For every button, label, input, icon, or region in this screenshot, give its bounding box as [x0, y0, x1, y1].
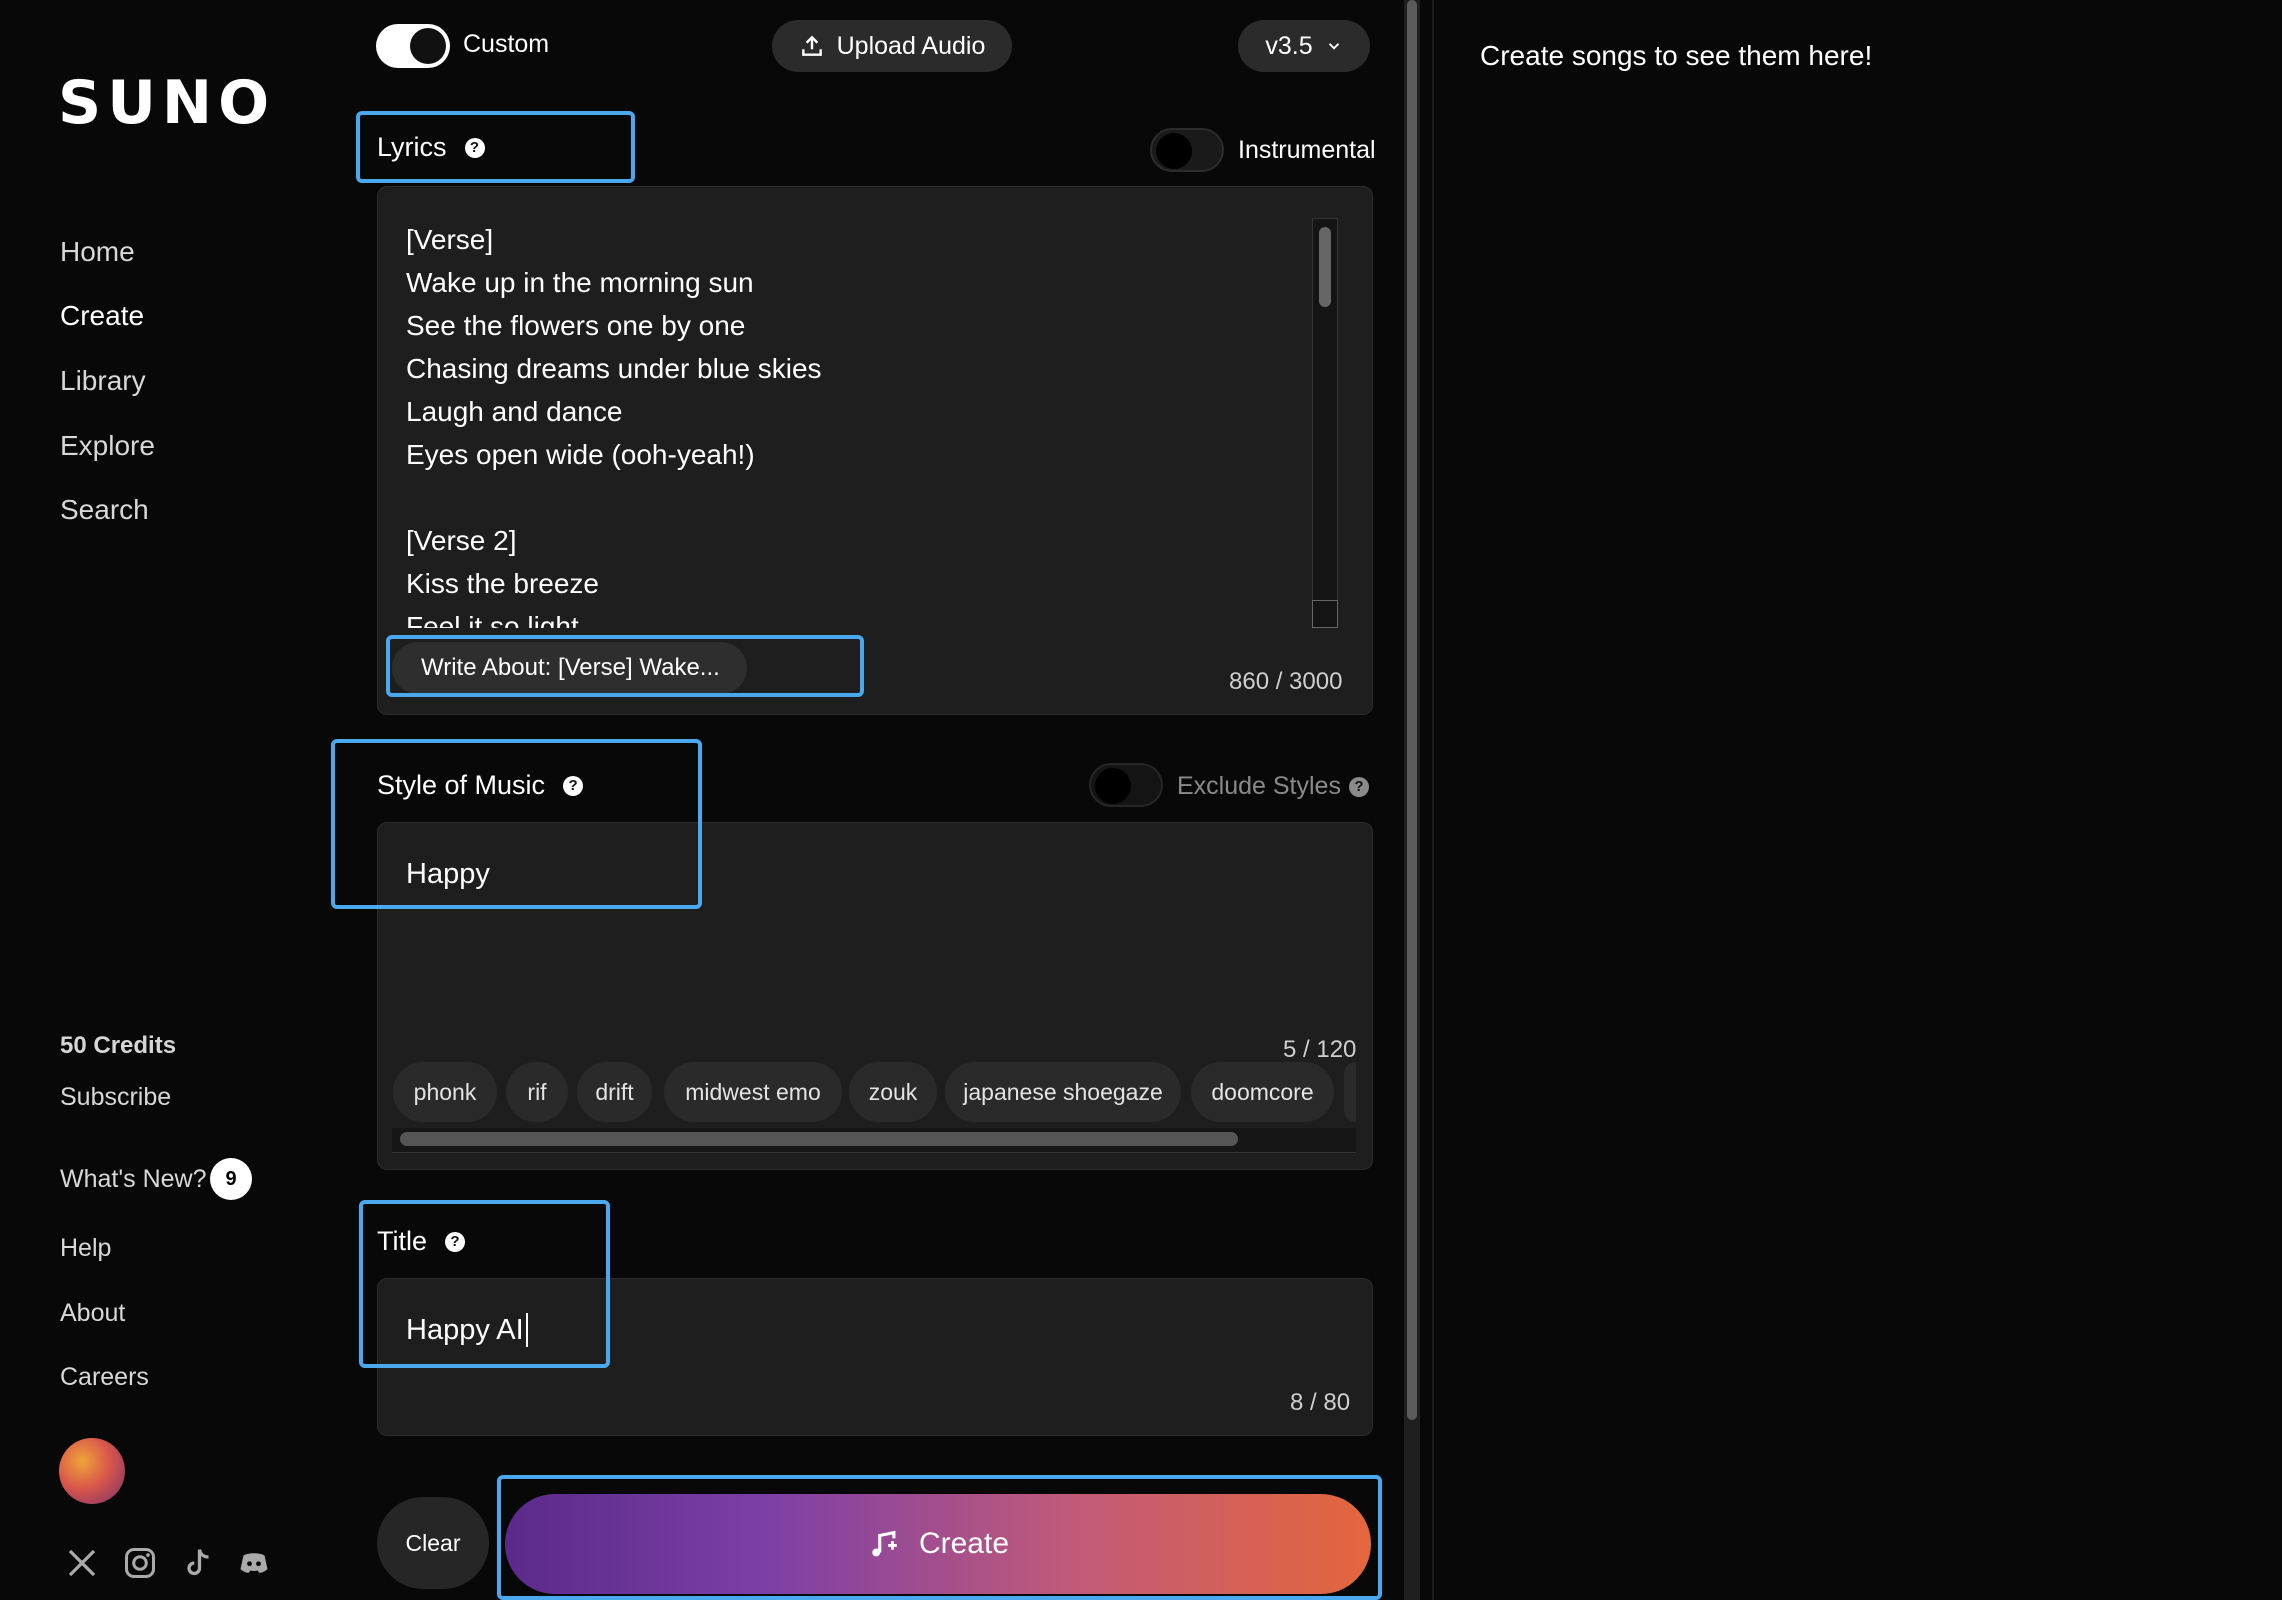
nav-create[interactable]: Create	[60, 300, 144, 332]
lyrics-counter: 860 / 3000	[1229, 668, 1343, 695]
help-icon[interactable]: ?	[445, 1231, 466, 1252]
write-about-chip[interactable]: Write About: [Verse] Wake...	[421, 654, 720, 682]
discord-icon[interactable]	[236, 1545, 272, 1581]
help-link[interactable]: Help	[60, 1234, 111, 1263]
help-icon[interactable]: ?	[464, 137, 485, 158]
style-chip-partial	[1344, 1062, 1356, 1122]
title-counter: 8 / 80	[1290, 1389, 1351, 1416]
chips-scroll-thumb[interactable]	[400, 1132, 1238, 1146]
instrumental-label: Instrumental	[1238, 136, 1376, 164]
exclude-styles-label: Exclude Styles ?	[1177, 772, 1369, 801]
exclude-styles-toggle[interactable]	[1089, 763, 1163, 807]
style-highlight	[331, 739, 702, 909]
lyrics-scrollbar[interactable]	[1312, 218, 1338, 628]
style-chip-japanese-shoegaze[interactable]: japanese shoegaze	[945, 1062, 1181, 1122]
title-label-text: Title	[377, 1226, 428, 1256]
page-scroll-thumb[interactable]	[1407, 0, 1417, 1420]
style-chip-phonk[interactable]: phonk	[393, 1062, 497, 1122]
style-chip-rif[interactable]: rif	[506, 1062, 568, 1122]
nav-home[interactable]: Home	[60, 236, 135, 268]
careers-link[interactable]: Careers	[60, 1363, 149, 1392]
create-button-label: Create	[918, 1527, 1010, 1560]
sidebar: SUNO Home Create Library Explore Search …	[0, 0, 340, 1600]
chips-scrollbar[interactable]	[392, 1128, 1356, 1153]
version-select[interactable]: v3.5	[1238, 20, 1370, 72]
resize-handle-icon[interactable]	[1312, 600, 1338, 628]
nav-library[interactable]: Library	[60, 365, 146, 397]
nav-search[interactable]: Search	[60, 494, 149, 526]
title-input-value: Happy AI	[406, 1313, 524, 1346]
lyrics-textarea[interactable]: [Verse] Wake up in the morning sun See t…	[406, 218, 1286, 628]
help-icon[interactable]: ?	[1348, 776, 1369, 797]
style-chip-midwest-emo[interactable]: midwest emo	[664, 1062, 842, 1122]
chevron-down-icon	[1328, 43, 1339, 50]
tiktok-icon[interactable]	[180, 1545, 216, 1581]
empty-songs-message: Create songs to see them here!	[1480, 40, 1873, 71]
subscribe-link[interactable]: Subscribe	[60, 1083, 171, 1112]
title-label: Title ?	[377, 1226, 466, 1257]
style-label-text: Style of Music	[377, 770, 546, 800]
whats-new-badge: 9	[210, 1158, 252, 1200]
whats-new-link[interactable]: What's New?	[60, 1165, 206, 1194]
lyrics-label-text: Lyrics	[377, 132, 447, 162]
panel-divider	[1432, 0, 1434, 1600]
custom-toggle[interactable]	[376, 24, 450, 68]
lyrics-label: Lyrics ?	[377, 132, 485, 163]
upload-audio-label: Upload Audio	[836, 31, 986, 60]
version-value: v3.5	[1265, 31, 1313, 60]
create-button[interactable]: Create	[505, 1494, 1371, 1594]
style-input[interactable]: Happy	[406, 858, 490, 891]
upload-icon	[801, 35, 822, 56]
nav-explore[interactable]: Explore	[60, 430, 155, 462]
avatar[interactable]	[59, 1438, 125, 1504]
style-chip-zouk[interactable]: zouk	[849, 1062, 937, 1122]
upload-audio-button[interactable]: Upload Audio	[772, 20, 1012, 72]
lyrics-scroll-thumb[interactable]	[1319, 227, 1331, 307]
x-icon[interactable]	[64, 1545, 100, 1581]
custom-label: Custom	[463, 30, 550, 58]
clear-button[interactable]: Clear	[377, 1497, 489, 1589]
style-counter: 5 / 120	[1283, 1036, 1357, 1063]
exclude-styles-text: Exclude Styles	[1177, 772, 1341, 800]
style-label: Style of Music ?	[377, 770, 584, 801]
instagram-icon[interactable]	[122, 1545, 158, 1581]
help-icon[interactable]: ?	[563, 775, 584, 796]
credits-count: 50 Credits	[60, 1032, 177, 1059]
title-input[interactable]: Happy AI	[406, 1313, 528, 1347]
about-link[interactable]: About	[60, 1299, 125, 1328]
style-chip-doomcore[interactable]: doomcore	[1191, 1062, 1334, 1122]
suno-logo[interactable]: SUNO	[58, 68, 275, 138]
music-note-icon	[872, 1530, 897, 1557]
style-chip-drift[interactable]: drift	[577, 1062, 652, 1122]
instrumental-toggle[interactable]	[1150, 128, 1224, 172]
text-cursor	[525, 1313, 528, 1347]
